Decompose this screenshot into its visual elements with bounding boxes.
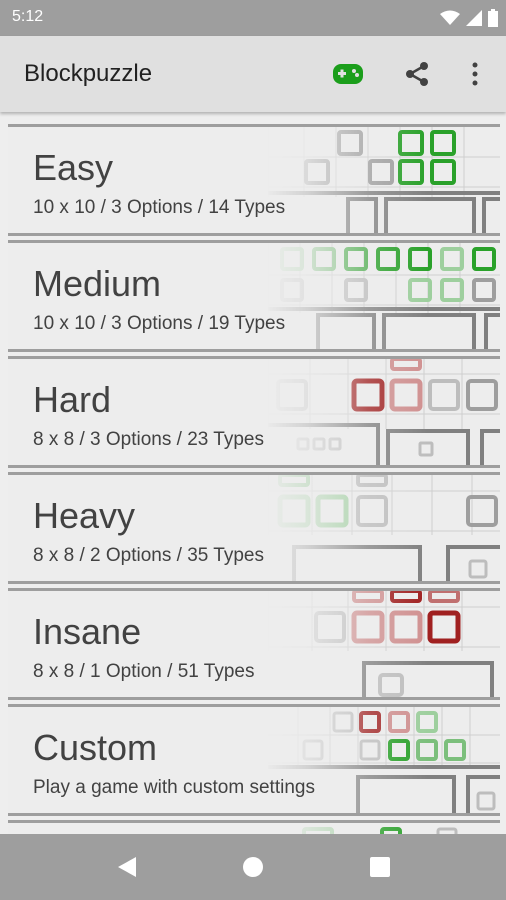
gamepad-icon xyxy=(333,64,363,84)
app-title: Blockpuzzle xyxy=(24,60,153,87)
level-description: 8 x 8 / 2 Options / 35 Types xyxy=(33,545,264,566)
back-icon xyxy=(118,857,136,877)
home-button[interactable] xyxy=(240,854,266,880)
back-button[interactable] xyxy=(114,854,140,880)
status-icons xyxy=(440,8,498,28)
wifi-icon xyxy=(440,10,460,25)
recents-icon xyxy=(370,857,390,877)
share-button[interactable] xyxy=(401,58,433,90)
level-name: Heavy xyxy=(33,495,136,536)
app-bar: Blockpuzzle xyxy=(0,36,506,112)
level-card-heavy[interactable]: Heavy 8 x 8 / 2 Options / 35 Types xyxy=(8,472,500,584)
navigation-bar xyxy=(0,834,506,900)
level-card-custom[interactable]: Custom Play a game with custom settings xyxy=(8,704,500,816)
level-card-insane[interactable]: Insane 8 x 8 / 1 Option / 51 Types xyxy=(8,588,500,700)
level-card-partial[interactable] xyxy=(8,820,500,834)
share-icon xyxy=(406,62,428,86)
gamepad-button[interactable] xyxy=(332,58,364,90)
home-icon xyxy=(243,857,263,877)
more-options-button[interactable] xyxy=(459,58,491,90)
battery-icon xyxy=(488,9,498,27)
level-name: Easy xyxy=(33,147,114,188)
signal-icon xyxy=(466,10,482,26)
card-fade xyxy=(8,823,500,834)
level-card-easy[interactable]: Easy 10 x 10 / 3 Options / 14 Types xyxy=(8,124,500,236)
level-name: Custom xyxy=(33,727,158,768)
level-description: 10 x 10 / 3 Options / 14 Types xyxy=(33,197,286,218)
level-description: 10 x 10 / 3 Options / 19 Types xyxy=(33,313,286,334)
level-name: Medium xyxy=(33,263,162,304)
level-description: 8 x 8 / 1 Option / 51 Types xyxy=(33,661,255,682)
level-description: Play a game with custom settings xyxy=(33,777,315,798)
level-list[interactable]: Easy 10 x 10 / 3 Options / 14 Types Medi… xyxy=(0,112,506,834)
recents-button[interactable] xyxy=(367,854,393,880)
more-vert-icon xyxy=(472,62,478,86)
level-card-hard[interactable]: Hard 8 x 8 / 3 Options / 23 Types xyxy=(8,356,500,468)
level-description: 8 x 8 / 3 Options / 23 Types xyxy=(33,429,264,450)
level-name: Insane xyxy=(33,611,142,652)
status-bar: 5:12 xyxy=(0,0,506,36)
level-card-medium[interactable]: Medium 10 x 10 / 3 Options / 19 Types xyxy=(8,240,500,352)
level-name: Hard xyxy=(33,379,112,420)
status-time: 5:12 xyxy=(12,8,44,25)
